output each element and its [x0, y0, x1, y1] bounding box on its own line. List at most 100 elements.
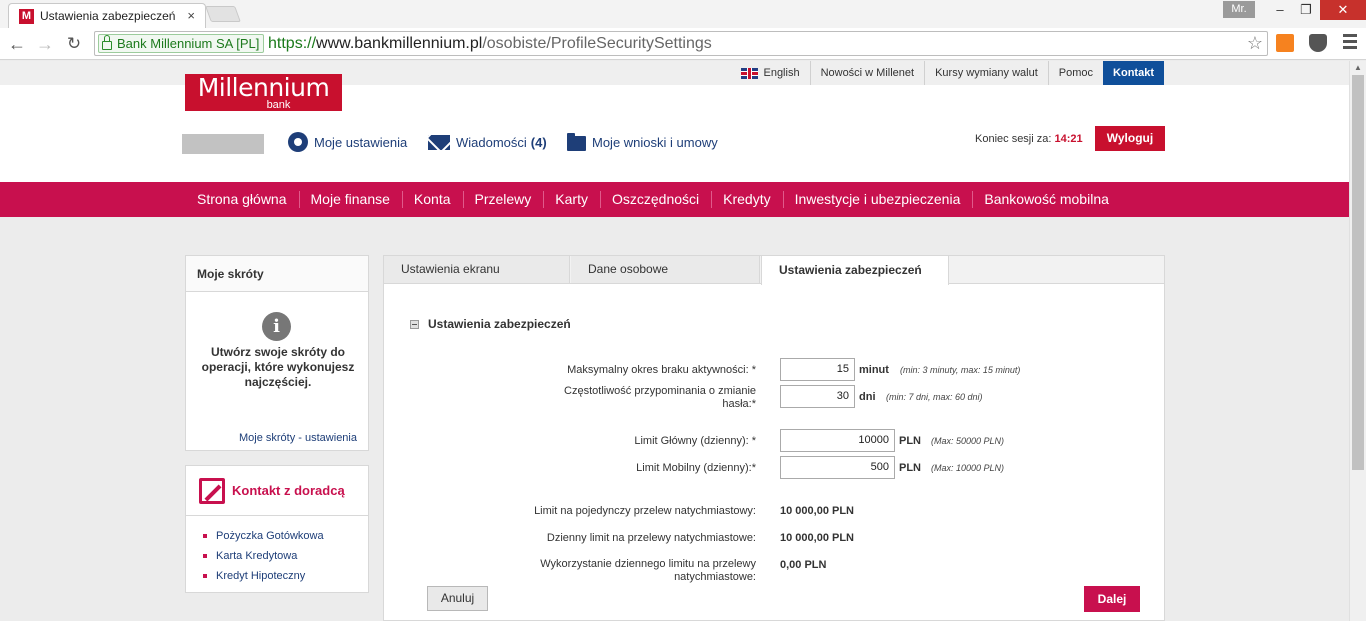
security-settings-panel: Ustawienia zabezpieczeń Maksymalny okres…: [383, 283, 1165, 621]
language-link[interactable]: English: [731, 61, 809, 85]
section-header[interactable]: Ustawienia zabezpieczeń: [410, 317, 571, 331]
minimize-button[interactable]: –: [1268, 0, 1292, 20]
daily-instant-limit-label: Dzienny limit na przelewy natychmiastowe…: [546, 532, 756, 544]
new-tab-button[interactable]: [205, 6, 241, 22]
next-button[interactable]: Dalej: [1084, 586, 1140, 612]
nav-transfers[interactable]: Przelewy: [462, 182, 544, 217]
tab-title: Ustawienia zabezpieczeń: [40, 9, 176, 23]
reload-icon[interactable]: ↻: [62, 32, 86, 56]
info-icon: i: [262, 312, 291, 341]
advisor-header[interactable]: Kontakt z doradcą: [186, 466, 368, 516]
advisor-box: Kontakt z doradcą Pożyczka Gotówkowa Kar…: [185, 465, 369, 593]
shortcuts-box: Moje skróty i Utwórz swoje skróty do ope…: [185, 255, 369, 451]
browser-toolbar: ← → ↻ Bank Millennium SA [PL] https://ww…: [0, 28, 1366, 60]
browser-tab[interactable]: M Ustawienia zabezpieczeń ×: [8, 3, 206, 28]
top-links: English Nowości w Millenet Kursy wymiany…: [731, 61, 1164, 85]
exchange-rates-link[interactable]: Kursy wymiany walut: [924, 61, 1048, 85]
advisor-item-cash-loan[interactable]: Pożyczka Gotówkowa: [203, 526, 368, 546]
forward-icon[interactable]: →: [33, 32, 57, 56]
uk-flag-icon: [741, 67, 759, 79]
session-label: Koniec sesji za:: [975, 133, 1052, 145]
back-icon[interactable]: ←: [5, 32, 29, 56]
nav-investments[interactable]: Inwestycje i ubezpieczenia: [782, 182, 973, 217]
ev-label: Bank Millennium SA [PL]: [117, 36, 260, 51]
instant-usage-label: Wykorzystanie dziennego limitu na przele…: [540, 558, 756, 583]
edit-icon: [199, 477, 225, 504]
main-navigation: Strona główna Moje finanse Konta Przelew…: [0, 182, 1349, 217]
collapse-icon: [410, 319, 419, 329]
inactivity-input[interactable]: 15: [780, 358, 855, 381]
inactivity-label: Maksymalny okres braku aktywności: *: [567, 364, 756, 376]
url-text[interactable]: https://www.bankmillennium.pl/osobiste/P…: [268, 35, 712, 53]
extension-icon[interactable]: [1276, 34, 1294, 52]
shortcuts-settings-link[interactable]: Moje skróty - ustawienia: [239, 432, 357, 444]
session-timer: Koniec sesji za: 14:21: [975, 133, 1083, 145]
logo-name: Millennium: [197, 73, 330, 102]
ev-certificate-badge[interactable]: Bank Millennium SA [PL]: [98, 34, 265, 53]
url-path: /osobiste/ProfileSecuritySettings: [482, 35, 712, 52]
address-bar[interactable]: Bank Millennium SA [PL] https://www.bank…: [94, 31, 1268, 56]
advisor-title: Kontakt z doradcą: [232, 483, 345, 498]
lock-icon: [102, 35, 112, 50]
nav-savings[interactable]: Oszczędności: [599, 182, 711, 217]
url-scheme: https://: [268, 35, 317, 52]
logout-button[interactable]: Wyloguj: [1095, 126, 1165, 151]
envelope-icon: [428, 134, 450, 150]
pocket-icon[interactable]: [1309, 34, 1327, 52]
password-reminder-input[interactable]: 30: [780, 385, 855, 408]
close-tab-icon[interactable]: ×: [187, 8, 195, 23]
main-limit-hint: (Max: 50000 PLN): [931, 436, 1005, 446]
menu-icon[interactable]: [1343, 34, 1357, 52]
advisor-item-credit-card[interactable]: Karta Kredytowa: [203, 546, 368, 566]
nav-loans[interactable]: Kredyty: [711, 182, 782, 217]
language-label: English: [763, 67, 800, 79]
scroll-up-icon[interactable]: ▲: [1353, 63, 1363, 72]
password-reminder-hint: (min: 7 dni, max: 60 dni): [886, 392, 983, 402]
tab-screen-settings[interactable]: Ustawienia ekranu: [384, 256, 570, 284]
advisor-list: Pożyczka Gotówkowa Karta Kredytowa Kredy…: [186, 516, 368, 586]
star-icon[interactable]: ☆: [1247, 33, 1263, 54]
tab-personal-data[interactable]: Dane osobowe: [571, 256, 760, 284]
main-limit-input[interactable]: 10000: [780, 429, 895, 452]
page-scrollbar[interactable]: ▲: [1349, 61, 1366, 621]
browser-tabstrip: M Ustawienia zabezpieczeń × Mr. – ❐ ✕: [0, 0, 1366, 28]
nav-accounts[interactable]: Konta: [401, 182, 463, 217]
profile-button[interactable]: Mr.: [1223, 1, 1255, 18]
nav-my-finances[interactable]: Moje finanse: [298, 182, 402, 217]
nav-home[interactable]: Strona główna: [185, 182, 299, 217]
main-limit-unit: PLN: [899, 435, 921, 447]
instant-usage-value: 0,00 PLN: [780, 559, 827, 571]
requests-link[interactable]: Moje wnioski i umowy: [567, 131, 718, 153]
my-settings-label: Moje ustawienia: [314, 134, 408, 150]
main-limit-label: Limit Główny (dzienny): *: [634, 435, 756, 447]
mobile-limit-hint: (Max: 10000 PLN): [931, 463, 1005, 473]
maximize-button[interactable]: ❐: [1294, 0, 1318, 20]
messages-link[interactable]: Wiadomości (4): [428, 131, 547, 153]
cancel-button[interactable]: Anuluj: [427, 586, 488, 611]
help-link[interactable]: Pomoc: [1047, 61, 1103, 85]
nav-cards[interactable]: Karty: [543, 182, 600, 217]
gear-icon: [288, 132, 308, 152]
section-title: Ustawienia zabezpieczeń: [428, 317, 571, 331]
daily-instant-limit-value: 10 000,00 PLN: [780, 532, 854, 544]
folder-icon: [567, 132, 586, 151]
nav-mobile-banking[interactable]: Bankowość mobilna: [972, 182, 1121, 217]
contact-link[interactable]: Kontakt: [1103, 61, 1164, 85]
mobile-limit-input[interactable]: 500: [780, 456, 895, 479]
tab-security-settings[interactable]: Ustawienia zabezpieczeń: [761, 255, 949, 285]
single-instant-limit-value: 10 000,00 PLN: [780, 505, 854, 517]
advisor-item-mortgage[interactable]: Kredyt Hipoteczny: [203, 566, 368, 586]
millennium-logo[interactable]: Millennium bank: [185, 74, 342, 111]
scrollbar-thumb[interactable]: [1352, 75, 1364, 470]
shortcuts-text: Utwórz swoje skróty do operacji, które w…: [201, 345, 355, 389]
requests-label: Moje wnioski i umowy: [592, 134, 718, 150]
messages-label: Wiadomości: [456, 134, 527, 150]
my-settings-link[interactable]: Moje ustawienia: [288, 131, 407, 153]
settings-tabs: Ustawienia ekranu Dane osobowe Ustawieni…: [383, 255, 1165, 285]
password-reminder-label: Częstotliwość przypominania o zmianie ha…: [564, 385, 756, 410]
mobile-limit-unit: PLN: [899, 462, 921, 474]
shortcuts-title: Moje skróty: [186, 256, 368, 292]
close-window-button[interactable]: ✕: [1320, 0, 1366, 20]
page-content: English Nowości w Millenet Kursy wymiany…: [0, 61, 1349, 621]
news-link[interactable]: Nowości w Millenet: [809, 61, 925, 85]
